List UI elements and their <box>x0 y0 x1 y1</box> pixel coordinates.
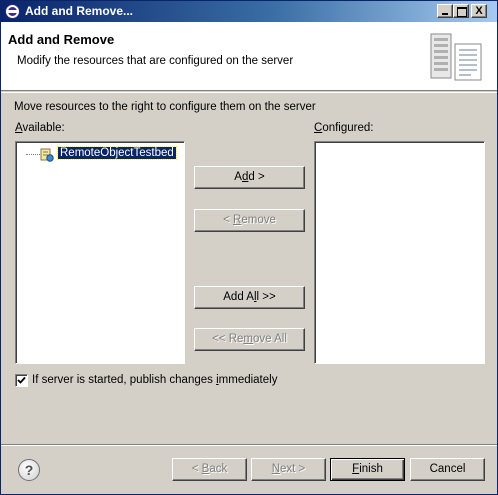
finish-button[interactable]: Finish <box>330 458 405 481</box>
available-label: Available: <box>15 122 65 134</box>
checkmark-icon <box>17 376 26 384</box>
available-list[interactable]: RemoteObjectTestbed <box>15 141 185 364</box>
page-description: Modify the resources that are configured… <box>17 55 294 67</box>
add-all-button[interactable]: Add All >> <box>194 286 305 309</box>
cancel-button[interactable]: Cancel <box>410 458 485 481</box>
remove-all-button[interactable]: << Remove All <box>194 328 305 351</box>
close-button[interactable]: X <box>471 4 487 18</box>
publish-checkbox[interactable] <box>15 374 28 387</box>
publish-checkbox-label[interactable]: If server is started, publish changes im… <box>32 374 277 386</box>
divider <box>1 92 497 93</box>
footer-divider-highlight <box>1 445 497 446</box>
configured-list[interactable] <box>314 141 485 364</box>
title-bar[interactable]: Add and Remove... X <box>1 1 497 22</box>
project-icon <box>40 148 54 162</box>
back-button[interactable]: < Back <box>172 458 247 481</box>
tree-connector <box>26 154 40 155</box>
add-button[interactable]: Add > <box>194 166 305 189</box>
instruction-text: Move resources to the right to configure… <box>14 101 316 113</box>
server-icon <box>430 33 482 81</box>
list-item-label[interactable]: RemoteObjectTestbed <box>57 146 177 160</box>
minimize-button[interactable] <box>437 4 453 18</box>
configured-label: Configured: <box>314 122 374 134</box>
dialog-window: Add and Remove... X Add and Remove Modif… <box>0 0 498 495</box>
maximize-button[interactable] <box>453 4 469 18</box>
header-banner: Add and Remove Modify the resources that… <box>1 22 497 91</box>
page-title: Add and Remove <box>8 32 115 47</box>
eclipse-icon <box>5 4 20 19</box>
remove-button[interactable]: < Remove <box>194 209 305 232</box>
next-button[interactable]: Next > <box>251 458 326 481</box>
help-icon[interactable]: ? <box>18 459 40 481</box>
window-title: Add and Remove... <box>25 4 134 18</box>
